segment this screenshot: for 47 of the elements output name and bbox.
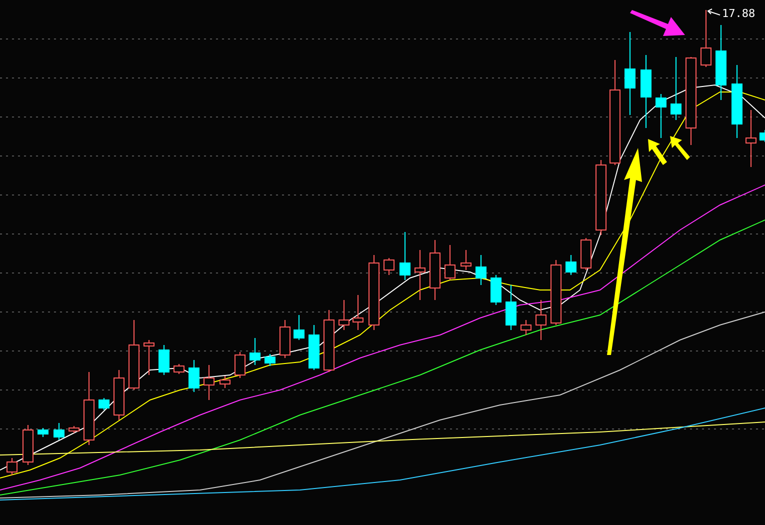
candlestick [128,320,140,390]
candlestick [476,254,486,286]
pointer-arrow [630,10,685,36]
candlestick [352,294,364,330]
candlestick [264,354,276,366]
candlestick [280,320,290,358]
candlestick [98,398,110,410]
pointer-arrow [670,136,690,160]
candlestick [670,56,682,120]
candlestick [430,240,440,300]
candlestick [204,364,214,400]
candlestick [414,250,426,300]
candlestick [566,254,576,276]
candlestick [656,94,666,138]
candlestick [700,10,712,68]
candlestick [308,324,320,370]
candlestick [384,258,394,276]
candlestick [22,424,34,466]
candlestick [400,232,410,280]
candlestick [520,320,532,336]
pointer-arrow [648,139,667,165]
candlestick [54,422,64,440]
candlestick [38,428,48,438]
candlestick [68,426,80,434]
candlestick [220,376,230,388]
candlestick [144,340,154,376]
candlestick [114,370,124,420]
candlestick [550,260,562,326]
candlestick [444,244,456,280]
leader-arrow [707,8,720,16]
candlestick [746,110,756,168]
candlestick [460,250,472,270]
candlestick [580,238,592,270]
candlestick [506,284,516,330]
candlestick [174,364,184,374]
candlestick [490,274,502,306]
candlestick [338,300,350,330]
candlestick [536,300,546,340]
candlestick [234,352,246,378]
candlestick [188,360,200,392]
price-label: 17.88 [722,8,756,19]
candlestick [760,130,765,142]
candlestick [158,344,170,376]
candlestick [250,338,260,366]
candlestick [294,314,304,340]
candlestick [324,310,334,372]
candlestick [6,458,18,476]
